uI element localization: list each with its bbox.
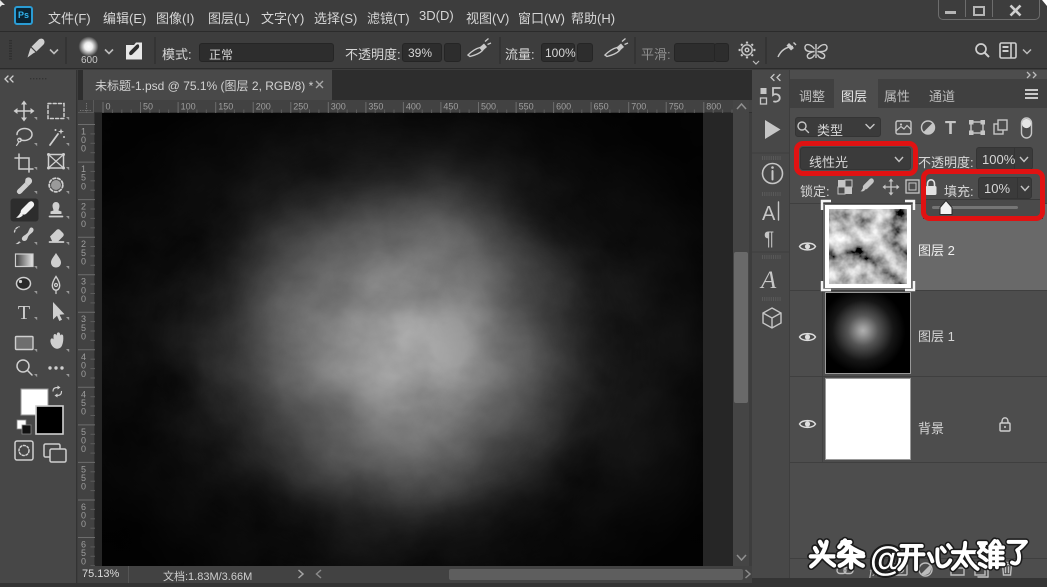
svg-text:500: 500	[481, 102, 496, 112]
svg-text:250: 250	[293, 102, 308, 112]
svg-text:750: 750	[669, 102, 684, 112]
svg-text:0: 0	[81, 519, 86, 529]
svg-text:400: 400	[406, 102, 421, 112]
svg-text:600: 600	[556, 102, 571, 112]
svg-text:A: A	[759, 267, 777, 294]
svg-text:0: 0	[81, 557, 86, 566]
svg-text:800: 800	[706, 102, 721, 112]
svg-text:0: 0	[81, 482, 86, 492]
svg-text:200: 200	[256, 102, 271, 112]
svg-text:0: 0	[81, 144, 86, 154]
svg-text:T: T	[18, 302, 30, 324]
svg-text:0: 0	[81, 444, 86, 454]
svg-text:0: 0	[81, 256, 86, 266]
svg-text:0: 0	[81, 219, 86, 229]
svg-text:0: 0	[106, 102, 111, 112]
svg-text:650: 650	[594, 102, 609, 112]
svg-text:450: 450	[443, 102, 458, 112]
svg-text:100: 100	[181, 102, 196, 112]
svg-text:150: 150	[218, 102, 233, 112]
svg-text:0: 0	[81, 294, 86, 304]
svg-text:A: A	[762, 203, 776, 225]
svg-text:550: 550	[519, 102, 534, 112]
svg-text:300: 300	[331, 102, 346, 112]
svg-text:350: 350	[368, 102, 383, 112]
svg-text:700: 700	[631, 102, 646, 112]
svg-text:50: 50	[143, 102, 153, 112]
svg-text:0: 0	[81, 331, 86, 341]
svg-text:¶: ¶	[764, 229, 774, 250]
svg-text:0: 0	[81, 369, 86, 379]
svg-text:0: 0	[81, 181, 86, 191]
svg-text:T: T	[945, 118, 956, 138]
svg-text:0: 0	[81, 407, 86, 417]
